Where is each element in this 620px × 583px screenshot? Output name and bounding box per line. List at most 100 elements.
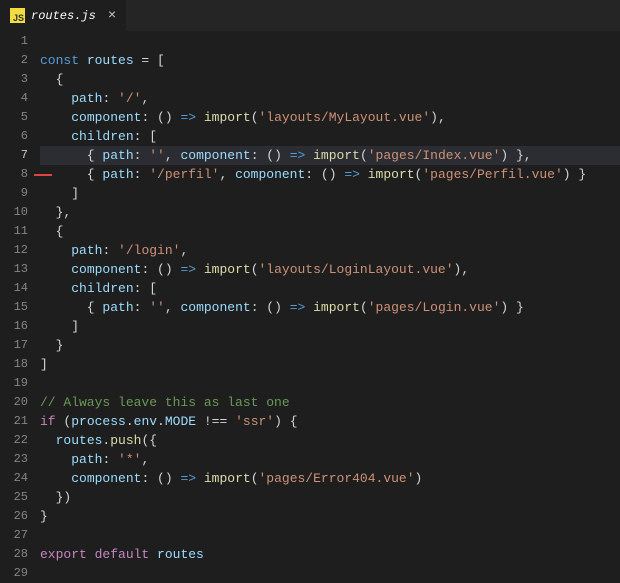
code-line[interactable]: [40, 526, 620, 545]
token: [196, 471, 204, 486]
token: [87, 547, 95, 562]
token: ,: [180, 243, 188, 258]
javascript-file-icon: JS: [10, 8, 25, 23]
code-line[interactable]: {: [40, 70, 620, 89]
code-line[interactable]: { path: '/perfil', component: () => impo…: [40, 165, 620, 184]
token: '*': [118, 452, 141, 467]
line-number: 21: [0, 412, 28, 431]
tab-bar: JS routes.js ×: [0, 0, 620, 32]
code-line[interactable]: { path: '', component: () => import('pag…: [40, 146, 620, 165]
code-line[interactable]: component: () => import('layouts/MyLayou…: [40, 108, 620, 127]
token: [40, 433, 56, 448]
token: component: [180, 148, 250, 163]
code-line[interactable]: [40, 374, 620, 393]
line-number: 17: [0, 336, 28, 355]
token: {: [40, 72, 63, 87]
diff-marker-icon: [34, 174, 52, 176]
code-line[interactable]: const routes = [: [40, 51, 620, 70]
code-line[interactable]: [40, 564, 620, 583]
token: ]: [40, 319, 79, 334]
code-line[interactable]: routes.push({: [40, 431, 620, 450]
token: [40, 262, 71, 277]
token: =>: [180, 471, 196, 486]
token: path: [102, 148, 133, 163]
code-line[interactable]: path: '/login',: [40, 241, 620, 260]
code-line[interactable]: { path: '', component: () => import('pag…: [40, 298, 620, 317]
code-line[interactable]: }: [40, 507, 620, 526]
token: ) }: [563, 167, 586, 182]
token: : (): [141, 471, 180, 486]
token: (: [251, 110, 259, 125]
code-line[interactable]: path: '*',: [40, 450, 620, 469]
token: const: [40, 53, 87, 68]
token: routes: [87, 53, 134, 68]
code-line[interactable]: {: [40, 222, 620, 241]
token: push: [110, 433, 141, 448]
code-line[interactable]: children: [: [40, 279, 620, 298]
line-number: 22: [0, 431, 28, 450]
close-icon[interactable]: ×: [108, 9, 116, 23]
token: ),: [430, 110, 446, 125]
token: ,: [219, 167, 235, 182]
line-number: 3: [0, 70, 28, 89]
line-number: 6: [0, 127, 28, 146]
code-line[interactable]: ]: [40, 355, 620, 374]
code-line[interactable]: }): [40, 488, 620, 507]
token: path: [71, 91, 102, 106]
token: children: [71, 281, 133, 296]
line-number: 18: [0, 355, 28, 374]
token: : (): [305, 167, 344, 182]
token: }: [40, 509, 48, 524]
code-line[interactable]: component: () => import('layouts/LoginLa…: [40, 260, 620, 279]
token: [40, 281, 71, 296]
line-number: 28: [0, 545, 28, 564]
token: 'pages/Perfil.vue': [422, 167, 562, 182]
line-number: 15: [0, 298, 28, 317]
code-line[interactable]: children: [: [40, 127, 620, 146]
line-number: 26: [0, 507, 28, 526]
token: : (): [251, 148, 290, 163]
code-line[interactable]: }: [40, 336, 620, 355]
code-line[interactable]: ]: [40, 317, 620, 336]
token: =>: [290, 300, 306, 315]
code-line[interactable]: [40, 32, 620, 51]
line-number: 9: [0, 184, 28, 203]
code-line[interactable]: export default routes: [40, 545, 620, 564]
code-line[interactable]: },: [40, 203, 620, 222]
token: 'layouts/MyLayout.vue': [259, 110, 431, 125]
token: : (): [141, 110, 180, 125]
code-line[interactable]: ]: [40, 184, 620, 203]
token: // Always leave this as last one: [40, 395, 290, 410]
line-number: 12: [0, 241, 28, 260]
editor[interactable]: 1234567891011121314151617181920212223242…: [0, 32, 620, 583]
code-line[interactable]: path: '/',: [40, 89, 620, 108]
code-line[interactable]: if (process.env.MODE !== 'ssr') {: [40, 412, 620, 431]
tab-routes-js[interactable]: JS routes.js ×: [0, 0, 126, 31]
token: default: [95, 547, 150, 562]
code-line[interactable]: // Always leave this as last one: [40, 393, 620, 412]
token: .: [126, 414, 134, 429]
token: [305, 300, 313, 315]
line-number: 4: [0, 89, 28, 108]
token: routes: [157, 547, 204, 562]
line-number: 5: [0, 108, 28, 127]
token: (: [360, 148, 368, 163]
token: '/login': [118, 243, 180, 258]
token: 'ssr': [235, 414, 274, 429]
token: import: [368, 167, 415, 182]
line-number: 20: [0, 393, 28, 412]
token: ,: [165, 148, 181, 163]
token: ) {: [274, 414, 297, 429]
code-line[interactable]: component: () => import('pages/Error404.…: [40, 469, 620, 488]
token: routes: [56, 433, 103, 448]
token: ): [415, 471, 423, 486]
line-number: 10: [0, 203, 28, 222]
token: : (): [141, 262, 180, 277]
token: =>: [290, 148, 306, 163]
token: 'layouts/LoginLayout.vue': [259, 262, 454, 277]
code-area[interactable]: const routes = [ { path: '/', component:…: [40, 32, 620, 583]
token: export: [40, 547, 87, 562]
token: '/perfil': [149, 167, 219, 182]
token: import: [313, 148, 360, 163]
token: '/': [118, 91, 141, 106]
